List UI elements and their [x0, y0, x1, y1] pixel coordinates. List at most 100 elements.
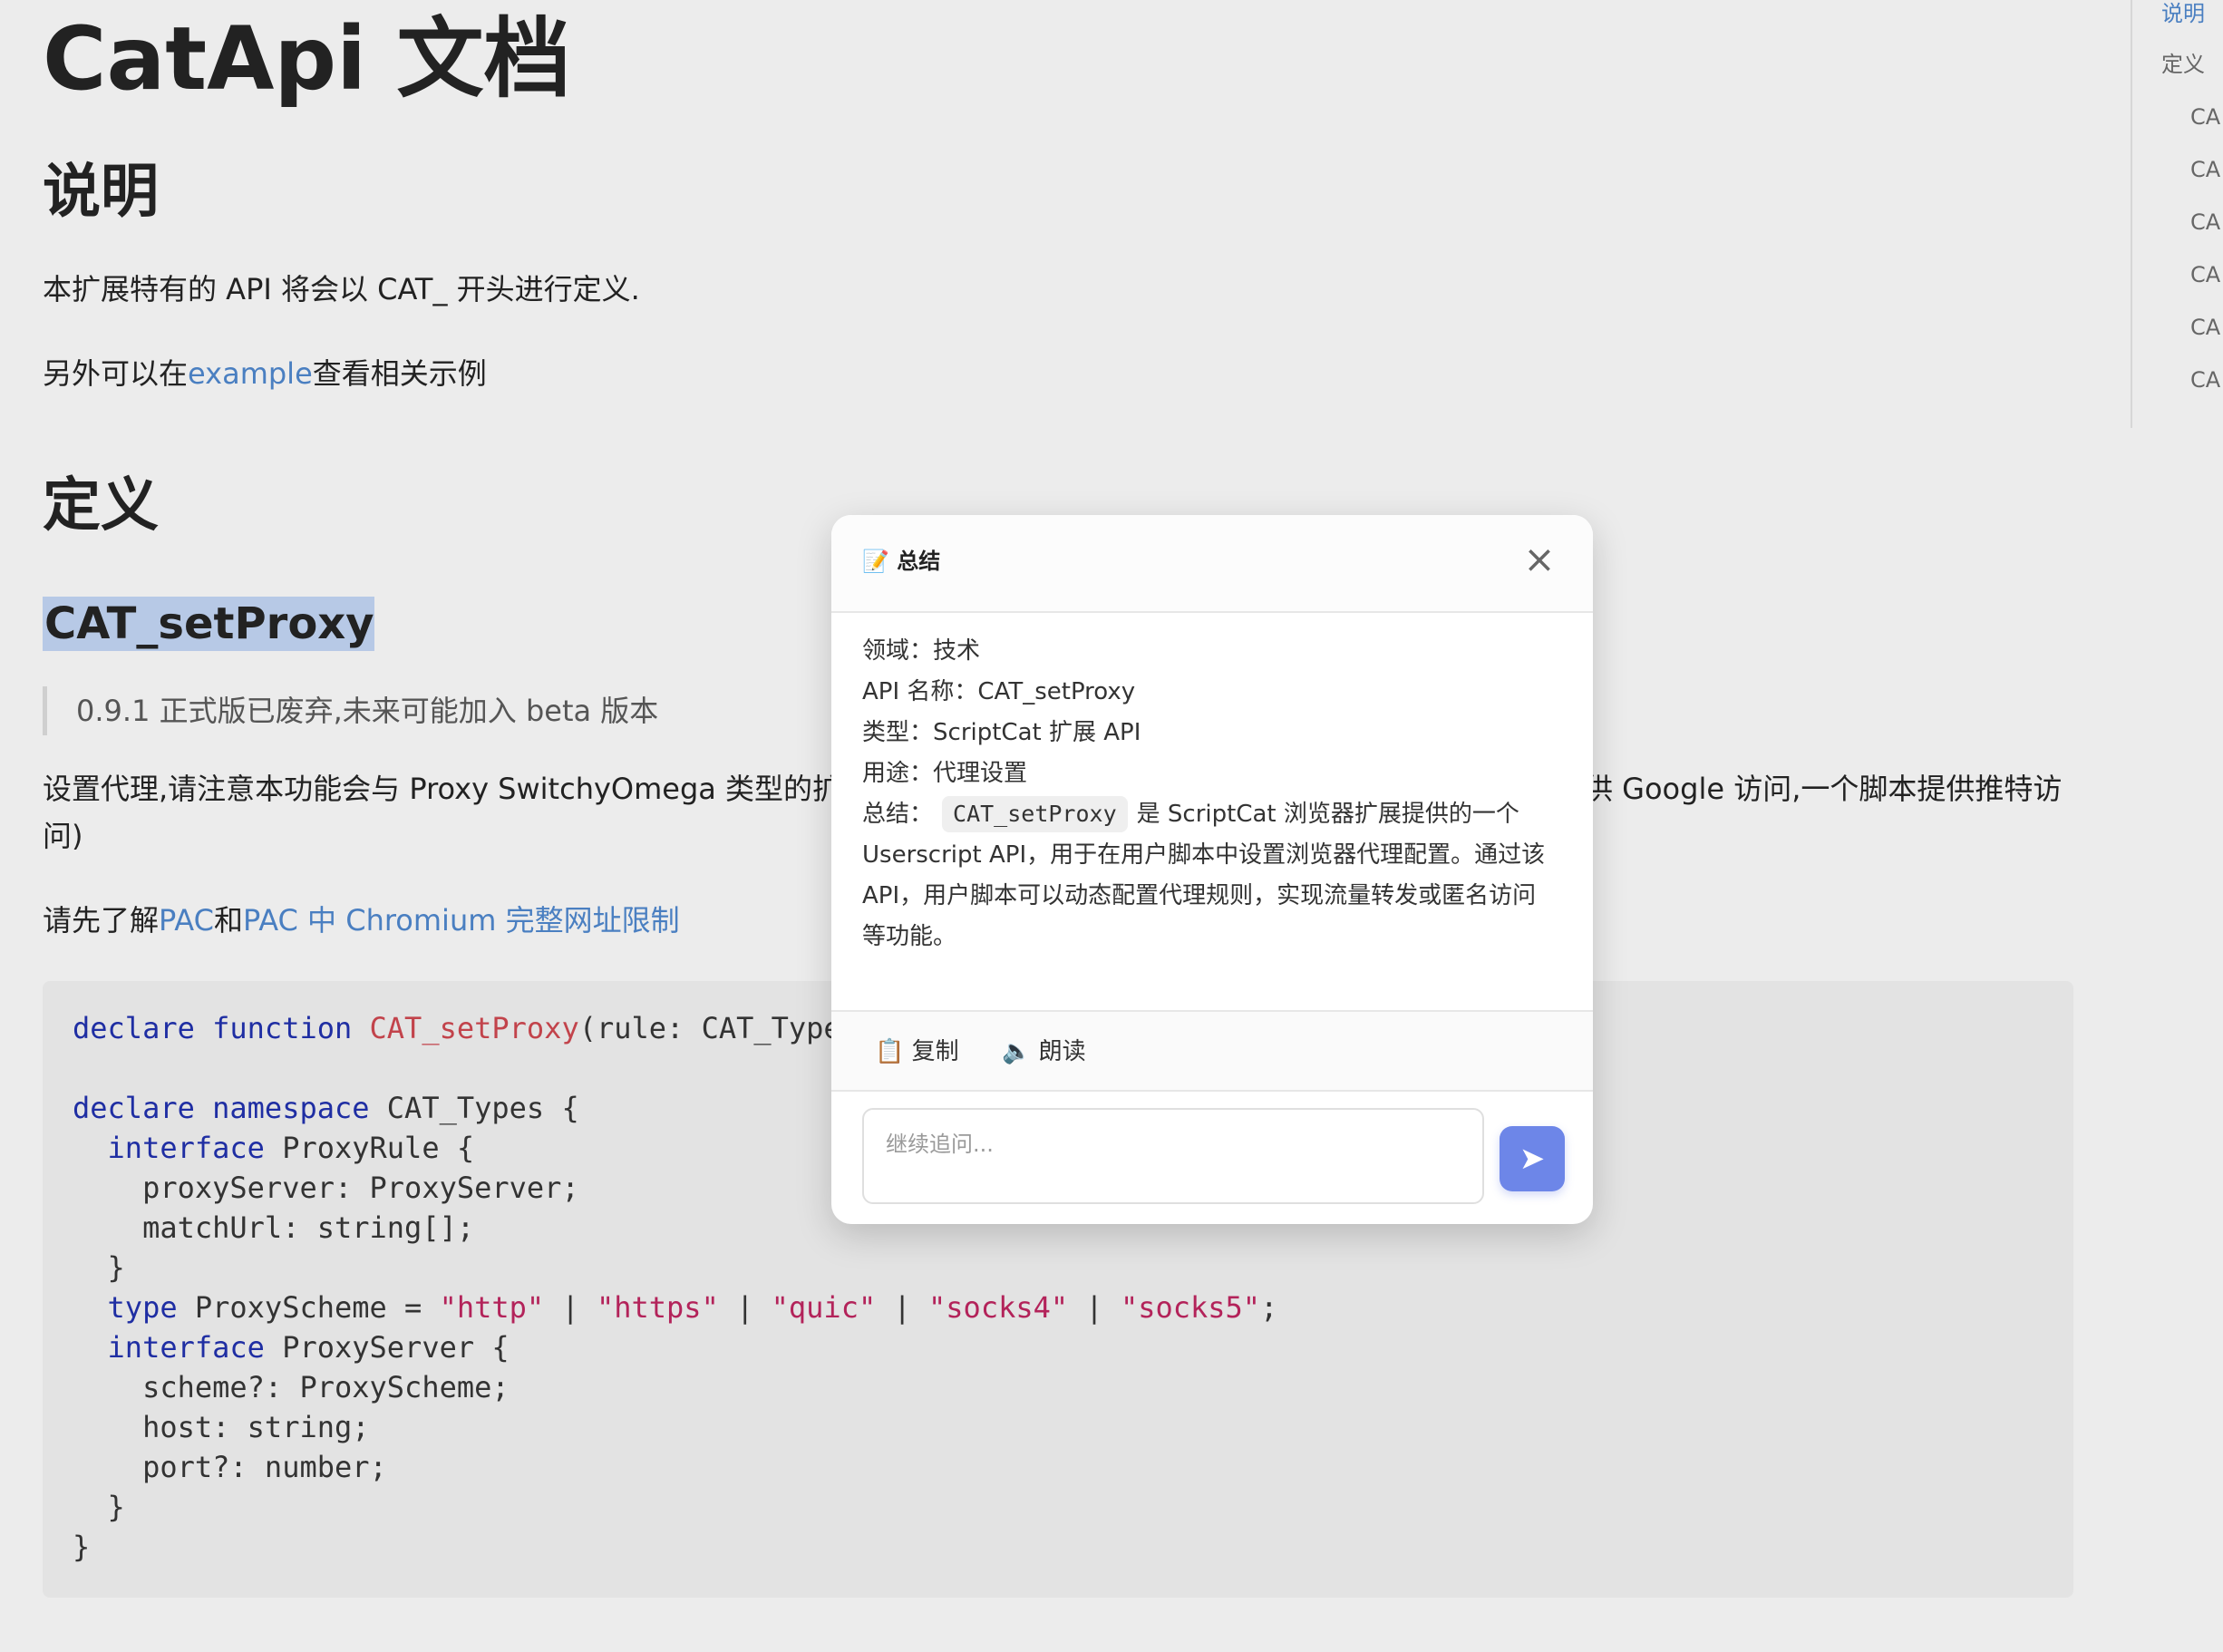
page-title: CatApi 文档 — [43, 8, 571, 110]
type-value: ScriptCat 扩展 API — [933, 719, 1141, 746]
summary-line-1: 是 ScriptCat 浏览器扩展提供的一个 — [1136, 801, 1519, 828]
memo-icon: 📝 — [862, 549, 889, 574]
modal-title: 📝 总结 — [862, 542, 940, 580]
pac-chromium-link[interactable]: PAC 中 Chromium 完整网址限制 — [243, 903, 680, 938]
pac-link[interactable]: PAC — [159, 903, 214, 938]
example-link[interactable]: example — [188, 356, 313, 391]
send-icon[interactable]: ➤ — [1500, 1126, 1565, 1191]
code-token: declare — [73, 1011, 195, 1045]
api-description-right: 供 Google 访问,一个脚本提供推特访 — [1584, 772, 2063, 806]
table-of-contents: 说明定义 CA CA CA CA CA CA — [2131, 0, 2223, 428]
summary-text-line-1: 总结： CAT_setProxy 是 ScriptCat 浏览器扩展提供的一个 — [862, 794, 1564, 835]
toc-item-5[interactable]: CA — [2190, 261, 2220, 288]
summary-label: 总结： — [862, 801, 934, 828]
modal-header: 📝 总结 × — [831, 515, 1593, 613]
code-token: declare — [73, 1091, 195, 1125]
code-token: interface — [107, 1131, 265, 1165]
read-aloud-label: 朗读 — [1038, 1038, 1086, 1065]
summary-api-name: API 名称：CAT_setProxy — [862, 672, 1564, 713]
usage-label: 用途： — [862, 760, 934, 787]
summary-usage: 用途：代理设置 — [862, 753, 1564, 794]
code-token: } — [73, 1490, 125, 1524]
code-token: "socks4" — [928, 1290, 1069, 1325]
code-token: type — [107, 1290, 178, 1325]
section-heading-definition: 定义 — [43, 472, 159, 539]
toc-item-2[interactable]: CA — [2190, 103, 2220, 131]
code-token: | — [544, 1290, 597, 1325]
follow-up-input-wrapper — [862, 1108, 1484, 1204]
code-token: | — [1068, 1290, 1121, 1325]
code-token: CAT_setProxy — [369, 1011, 579, 1045]
toc-item-0[interactable]: 说明 — [2161, 0, 2205, 27]
summary-domain: 领域：技术 — [862, 631, 1564, 672]
summary-modal: 📝 总结 × 领域：技术 API 名称：CAT_setProxy 类型：Scri… — [831, 515, 1593, 1224]
api-title: CAT_setProxy — [43, 597, 374, 651]
code-token: "https" — [596, 1290, 719, 1325]
code-token: host: string; — [73, 1410, 370, 1444]
pac-line: 请先了解PAC和PAC 中 Chromium 完整网址限制 — [43, 898, 680, 943]
code-line: } — [73, 1248, 2043, 1288]
section-heading-explanation: 说明 — [43, 159, 159, 226]
code-line: interface ProxyServer { — [73, 1327, 2043, 1367]
code-token: "http" — [439, 1290, 545, 1325]
code-token: | — [876, 1290, 929, 1325]
code-token: ProxyServer { — [264, 1330, 510, 1365]
toc-item-7[interactable]: CA — [2190, 366, 2220, 394]
summary-content: 领域：技术 API 名称：CAT_setProxy 类型：ScriptCat 扩… — [862, 631, 1564, 957]
speaker-icon: 🔈 — [1002, 1038, 1032, 1065]
api-name-value: CAT_setProxy — [977, 678, 1136, 705]
usage-value: 代理设置 — [933, 760, 1028, 787]
toc-item-1[interactable]: 定义 — [2161, 51, 2205, 78]
code-line: } — [73, 1487, 2043, 1527]
code-token: port?: number; — [73, 1450, 387, 1484]
code-line: } — [73, 1527, 2043, 1567]
summary-text-line-4: 等功能。 — [862, 923, 957, 950]
code-line: type ProxyScheme = "http" | "https" | "q… — [73, 1288, 2043, 1327]
explanation-line-2-prefix: 另外可以在 — [43, 356, 189, 391]
api-name-label: API 名称： — [862, 678, 978, 705]
pac-and: 和 — [213, 903, 243, 938]
toc-item-4[interactable]: CA — [2190, 209, 2220, 236]
code-token: "quic" — [771, 1290, 877, 1325]
modal-actions: 📋 复制 🔈 朗读 — [831, 1010, 1593, 1092]
code-token: | — [718, 1290, 772, 1325]
code-token: namespace — [212, 1091, 370, 1125]
domain-label: 领域： — [862, 637, 934, 665]
deprecation-quote: 0.9.1 正式版已废弃,未来可能加入 beta 版本 — [43, 686, 658, 735]
copy-label: 复制 — [911, 1038, 959, 1065]
code-token: matchUrl: string[]; — [73, 1210, 475, 1245]
code-token: CAT_Types { — [369, 1091, 579, 1125]
explanation-line-2: 另外可以在example查看相关示例 — [43, 351, 487, 396]
close-icon[interactable]: × — [1520, 540, 1558, 578]
code-token: } — [73, 1530, 91, 1564]
code-token: scheme?: ProxyScheme; — [73, 1370, 510, 1404]
code-line: host: string; — [73, 1407, 2043, 1447]
summary-text-line-3: API，用户脚本可以动态配置代理规则，实现流量转发或匿名访问 — [862, 882, 1537, 909]
code-token: function — [212, 1011, 353, 1045]
summary-text-line-2: Userscript API，用于在用户脚本中设置浏览器代理配置。通过该 — [862, 841, 1546, 869]
copy-button[interactable]: 📋 复制 — [875, 1034, 959, 1070]
domain-value: 技术 — [933, 637, 981, 665]
code-line: port?: number; — [73, 1447, 2043, 1487]
follow-up-input[interactable] — [864, 1110, 1482, 1202]
modal-title-text: 总结 — [897, 549, 941, 574]
code-token: ; — [1260, 1290, 1278, 1325]
summary-type: 类型：ScriptCat 扩展 API — [862, 713, 1564, 753]
clipboard-icon: 📋 — [875, 1038, 905, 1065]
code-token: ProxyScheme = — [177, 1290, 440, 1325]
toc-item-3[interactable]: CA — [2190, 156, 2220, 183]
read-aloud-button[interactable]: 🔈 朗读 — [1002, 1034, 1086, 1070]
explanation-line-2-suffix: 查看相关示例 — [312, 356, 487, 391]
code-token: } — [73, 1250, 125, 1285]
type-label: 类型： — [862, 719, 934, 746]
code-token: interface — [107, 1330, 265, 1365]
code-token: proxyServer: ProxyServer; — [73, 1171, 579, 1205]
summary-inline-code: CAT_setProxy — [942, 796, 1128, 832]
toc-item-6[interactable]: CA — [2190, 314, 2220, 341]
